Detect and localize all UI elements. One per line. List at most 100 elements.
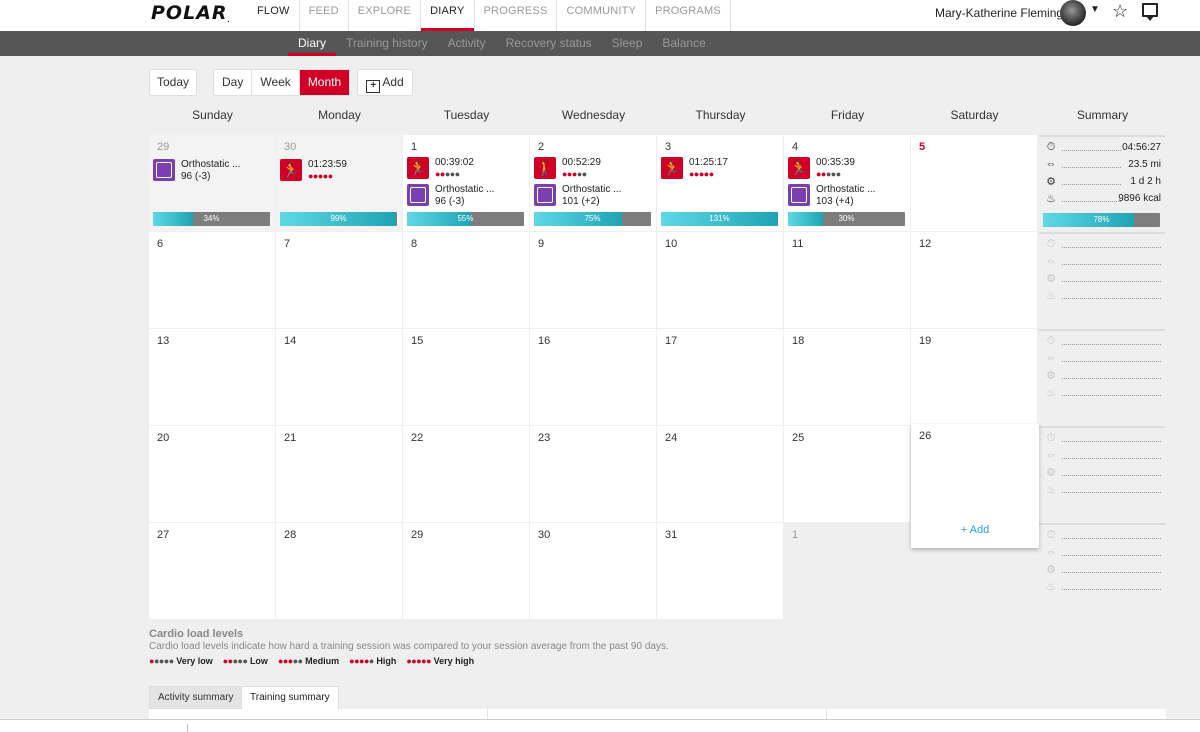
training-session[interactable]: 🏃 00:39:02 ●●●●● [407, 157, 474, 179]
training-session[interactable]: 🚶 00:52:29 ●●●●● [534, 157, 601, 179]
day-cell[interactable]: 1 [784, 523, 910, 619]
orthostatic-test[interactable]: Orthostatic ... 96 (-3) [153, 159, 240, 183]
nav-community[interactable]: COMMUNITY [557, 0, 647, 31]
day-cell[interactable]: 22 [403, 426, 529, 522]
day-number: 3 [665, 141, 672, 153]
day-number: 30 [538, 529, 551, 541]
week-summary: ⏱ ⇔ ⚙ ♨ [1039, 426, 1165, 521]
polar-logo[interactable]: POLAR. [151, 2, 231, 24]
day-number: 15 [411, 335, 424, 347]
day-cell[interactable]: 12 [911, 232, 1037, 328]
day-cell[interactable]: 13 [149, 329, 275, 425]
legend-level: ●●●●● High [349, 656, 397, 666]
day-number: 22 [411, 432, 424, 444]
week-summary: ⏱ ⇔ ⚙ ♨ [1039, 232, 1165, 327]
tab-training-history[interactable]: Training history [336, 31, 438, 56]
day-cell[interactable]: 14 [276, 329, 402, 425]
nav-diary[interactable]: DIARY [421, 0, 475, 31]
weekly-progress-bar: 30% [788, 212, 905, 226]
training-session[interactable]: 🏃 00:35:39 ●●●●● [788, 157, 855, 179]
day-number: 29 [157, 141, 170, 153]
day-cell[interactable]: 29 Orthostatic ... 96 (-3) 34% [149, 135, 275, 231]
day-cell[interactable]: 4 🏃 00:35:39 ●●●●● Orthostatic ... 103 (+4… [784, 135, 910, 231]
day-number: 31 [665, 529, 678, 541]
add-button[interactable]: + Add [357, 69, 413, 96]
legend-level: ●●●●● Very high [406, 656, 475, 666]
stopwatch-icon: ⏱ [1046, 529, 1056, 541]
day-cell[interactable]: 15 [403, 329, 529, 425]
training-session[interactable]: 🏃 01:25:17 ●●●●● [661, 157, 728, 179]
nav-programs[interactable]: PROGRAMS [646, 0, 731, 31]
today-day-number: 5 [919, 141, 926, 153]
tab-recovery-status[interactable]: Recovery status [496, 31, 602, 56]
distance-icon: ⇔ [1045, 158, 1057, 170]
day-cell[interactable]: 21 [276, 426, 402, 522]
day-cell[interactable]: 6 [149, 232, 275, 328]
day-cell[interactable]: 17 [657, 329, 783, 425]
day-cell[interactable]: 8 [403, 232, 529, 328]
day-cell[interactable]: 19 [911, 329, 1037, 425]
day-cell-today[interactable]: 5 [911, 135, 1037, 231]
orthostatic-test[interactable]: Orthostatic ... 96 (-3) [407, 184, 494, 208]
nav-progress[interactable]: PROGRESS [475, 0, 558, 31]
tab-activity[interactable]: Activity [438, 31, 496, 56]
day-cell[interactable]: 30 [530, 523, 656, 619]
tab-balance[interactable]: Balance [652, 31, 715, 56]
day-cell[interactable]: 27 [149, 523, 275, 619]
day-cell[interactable]: 2 🚶 00:52:29 ●●●●● Orthostatic ... 101 (+2… [530, 135, 656, 231]
recovery-icon: ⚙ [1046, 467, 1056, 479]
star-icon[interactable]: ☆ [1112, 1, 1128, 22]
day-cell[interactable]: 1 🏃 00:39:02 ●●●●● Orthostatic ... 96 (-3)… [403, 135, 529, 231]
nav-feed[interactable]: FEED [300, 0, 349, 31]
header-monday: Monday [318, 108, 361, 122]
day-cell[interactable]: 16 [530, 329, 656, 425]
view-switcher: Day Week Month [213, 69, 351, 96]
running-icon: 🏃 [661, 157, 683, 179]
today-button[interactable]: Today [149, 69, 197, 96]
chevron-down-icon[interactable]: ▼ [1090, 4, 1100, 15]
day-cell[interactable]: 31 [657, 523, 783, 619]
day-cell[interactable]: 24 [657, 426, 783, 522]
day-number: 24 [665, 432, 678, 444]
orthostatic-test[interactable]: Orthostatic ... 103 (+4) [788, 184, 875, 208]
month-view-button[interactable]: Month [299, 70, 350, 95]
weekly-progress-bar: 75% [534, 212, 651, 226]
add-entry-link[interactable]: + Add [911, 524, 1039, 536]
nav-explore[interactable]: EXPLORE [349, 0, 422, 31]
day-cell[interactable]: 25 [784, 426, 910, 522]
message-icon[interactable] [1142, 3, 1158, 21]
day-cell[interactable]: 7 [276, 232, 402, 328]
week-view-button[interactable]: Week [252, 70, 300, 95]
weekly-progress-bar: 55% [407, 212, 524, 226]
day-cell[interactable]: 29 [403, 523, 529, 619]
day-cell[interactable]: 9 [530, 232, 656, 328]
nav-flow[interactable]: FLOW [248, 0, 300, 31]
day-cell[interactable]: 20 [149, 426, 275, 522]
day-cell[interactable]: 30 🏃 01:23:59 ●●●●● 99% [276, 135, 402, 231]
tab-activity-summary[interactable]: Activity summary [149, 686, 243, 709]
summary-ascent: 1 d 2 h [1130, 176, 1161, 187]
header-friday: Friday [830, 108, 865, 122]
day-cell-hovered[interactable]: 26 + Add [911, 424, 1039, 548]
legend-level: ●●●●● Low [222, 656, 268, 666]
tab-training-summary[interactable]: Training summary [241, 686, 339, 709]
day-cell[interactable]: 3 🏃 01:25:17 ●●●●● 131% [657, 135, 783, 231]
day-cell[interactable]: 23 [530, 426, 656, 522]
day-view-button[interactable]: Day [214, 70, 253, 95]
tab-diary[interactable]: Diary [288, 31, 337, 56]
avatar[interactable] [1060, 0, 1086, 26]
day-number: 21 [284, 432, 297, 444]
training-session[interactable]: 🏃 01:23:59 ●●●●● [280, 159, 347, 181]
top-nav: POLAR. FLOW FEED EXPLORE DIARY PROGRESS … [0, 0, 1200, 31]
day-cell[interactable]: 28 [276, 523, 402, 619]
header-sunday: Sunday [192, 108, 233, 122]
user-name[interactable]: Mary-Katherine Fleming [935, 6, 1063, 20]
day-cell[interactable]: 18 [784, 329, 910, 425]
stopwatch-icon: ⏱ [1046, 141, 1056, 153]
day-cell[interactable]: 10 [657, 232, 783, 328]
legend-level: ●●●●● Medium [277, 656, 340, 666]
orthostatic-test[interactable]: Orthostatic ... 101 (+2) [534, 184, 621, 208]
stopwatch-icon: ⏱ [1046, 335, 1056, 347]
day-cell[interactable]: 11 [784, 232, 910, 328]
tab-sleep[interactable]: Sleep [602, 31, 653, 56]
